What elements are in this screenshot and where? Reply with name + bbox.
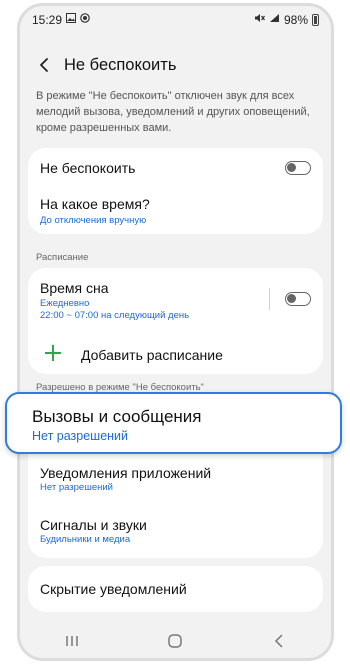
back-icon[interactable] [259,626,299,656]
battery-percent: 98% [283,12,308,27]
row-divider [269,288,270,310]
page-description: В режиме "Не беспокоить" отключен звук д… [36,90,310,134]
duration-row[interactable]: На какое время? До отключения вручную [28,190,323,234]
page-title: Не беспокоить [64,55,177,74]
alarms-sounds-value: Будильники и медиа [40,534,131,545]
hide-card: Скрытие уведомлений [28,566,323,612]
schedule-card: Время сна Ежедневно 22:00 ~ 07:00 на сле… [28,268,323,374]
app-notifications-value: Нет разрешений [40,482,113,493]
mute-icon [254,13,265,26]
dnd-card: Не беспокоить На какое время? До отключе… [28,148,323,234]
navigation-bar [20,624,331,658]
signal-icon [269,13,280,26]
home-icon[interactable] [155,626,195,656]
sleep-schedule-row[interactable]: Время сна Ежедневно 22:00 ~ 07:00 на сле… [28,268,323,326]
recents-icon[interactable] [52,626,92,656]
sleep-days: Ежедневно [40,298,90,309]
gallery-icon [66,13,77,26]
page-header: Не беспокоить [20,46,331,84]
dnd-toggle-row[interactable]: Не беспокоить [28,148,323,188]
sleep-time: 22:00 ~ 07:00 на следующий день [40,310,190,321]
schedule-section-label: Расписание [36,252,89,263]
dnd-label: Не беспокоить [40,160,136,176]
dnd-toggle-switch[interactable] [285,161,311,175]
add-schedule-row[interactable]: Добавить расписание [28,334,323,372]
hide-notifications-title: Скрытие уведомлений [40,581,187,597]
add-schedule-label: Добавить расписание [81,347,223,363]
plus-icon [44,344,62,367]
phone-frame: 15:29 98% Не беспокоить В режиме "Не бес… [17,3,334,661]
hide-notifications-row[interactable]: Скрытие уведомлений [28,566,323,612]
sleep-toggle-switch[interactable] [285,292,311,306]
calls-messages-value: Нет разрешений [32,429,129,443]
calls-messages-row[interactable]: Вызовы и сообщения Нет разрешений [5,392,342,454]
calls-messages-title: Вызовы и сообщения [32,407,202,426]
alarms-sounds-title: Сигналы и звуки [40,517,147,533]
duration-title: На какое время? [40,196,150,212]
status-bar: 15:29 98% [20,6,331,33]
battery-icon [312,13,319,26]
back-arrow-icon[interactable] [24,46,64,84]
app-notifications-title: Уведомления приложений [40,465,212,481]
alarms-sounds-row[interactable]: Сигналы и звуки Будильники и медиа [28,510,323,552]
duration-value: До отключения вручную [40,215,147,226]
record-icon [80,13,90,26]
status-time: 15:29 [32,12,63,27]
app-notifications-row[interactable]: Уведомления приложений Нет разрешений [28,458,323,500]
sleep-title: Время сна [40,280,109,296]
